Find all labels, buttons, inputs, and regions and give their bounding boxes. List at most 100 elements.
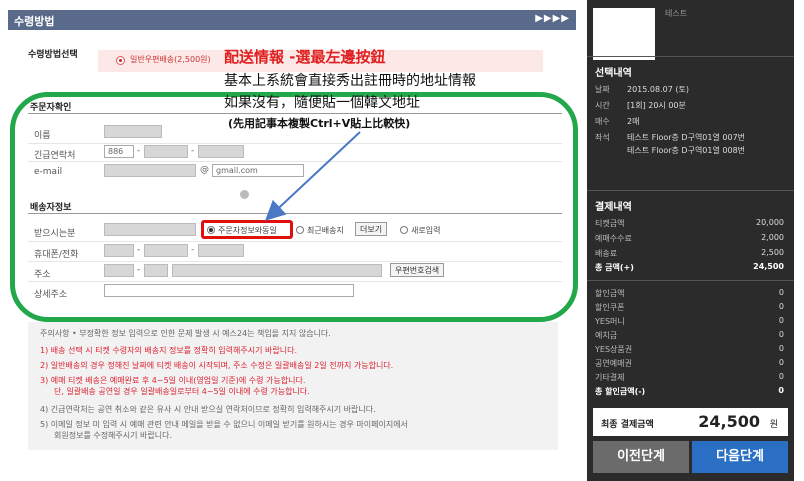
other-payment-key: 기타결제 bbox=[595, 373, 625, 382]
name-field[interactable] bbox=[104, 125, 162, 138]
recent-address-label: 최근배송지 bbox=[307, 226, 344, 235]
divider bbox=[587, 280, 794, 281]
final-amount-unit: 원 bbox=[769, 420, 778, 430]
mobile-prefix-field[interactable] bbox=[104, 244, 134, 257]
delivery-title: 배송자정보 bbox=[30, 203, 72, 213]
notice-heading: 주의사항 • 부정확한 정보 입력으로 인한 문제 발생 시 예스24는 책임을… bbox=[40, 329, 331, 338]
method-label: 수령방법선택 bbox=[28, 50, 78, 60]
gift-card-value: 0 bbox=[778, 344, 784, 353]
deposit-value: 0 bbox=[778, 330, 784, 339]
recipient-field[interactable] bbox=[104, 223, 196, 236]
count-key: 매수 bbox=[595, 117, 610, 126]
time-value: [1회] 20시 00분 bbox=[627, 101, 686, 110]
annotation-heading: 配送情報 -選最左邊按鈕 bbox=[224, 48, 386, 66]
notice-item-5b: 회원정보를 수정해주시기 바랍니다. bbox=[54, 431, 173, 440]
count-value: 2매 bbox=[627, 117, 640, 126]
date-value: 2015.08.07 (토) bbox=[627, 85, 689, 94]
section-title: 수령방법 bbox=[14, 15, 55, 28]
email-id-field[interactable] bbox=[104, 164, 196, 177]
detail-address-label: 상세주소 bbox=[34, 290, 68, 300]
ticket-value: 20,000 bbox=[756, 218, 784, 227]
total-discount-key: 총 할인금액(-) bbox=[595, 387, 646, 396]
date-key: 날짜 bbox=[595, 85, 610, 94]
divider bbox=[28, 213, 562, 214]
at-sign: @ bbox=[200, 165, 209, 175]
yes-money-value: 0 bbox=[778, 316, 784, 325]
annotation-text-2: 如果沒有，隨便貼一個韓文地址 bbox=[224, 95, 420, 111]
event-thumbnail bbox=[593, 8, 655, 60]
order-summary-sidebar: 테스트 선택내역 날짜 2015.08.07 (토) 시간 [1회] 20시 0… bbox=[587, 0, 794, 481]
shipping-value: 2,500 bbox=[761, 248, 784, 257]
address-field[interactable] bbox=[172, 264, 382, 277]
recipient-label: 받으시는분 bbox=[34, 229, 76, 239]
final-amount-box: 최종 결제금액 24,500 원 bbox=[593, 408, 788, 436]
next-step-button[interactable]: 다음단계 bbox=[692, 441, 788, 473]
section-header: 수령방법 ▶▶▶▶ bbox=[8, 10, 576, 30]
new-address-label: 새로입력 bbox=[411, 226, 441, 235]
payment-title: 결제내역 bbox=[595, 202, 632, 213]
divider bbox=[28, 261, 562, 262]
zip-field-2[interactable] bbox=[144, 264, 168, 277]
new-address-radio[interactable] bbox=[400, 226, 408, 234]
other-payment-value: 0 bbox=[778, 372, 784, 381]
recent-address-radio[interactable] bbox=[296, 226, 304, 234]
notice-item-5: 5) 이메일 정보 미 입력 시 예매 관련 안내 메일을 받을 수 없으니 이… bbox=[40, 420, 408, 429]
annotation-text-1: 基本上系統會直接秀出註冊時的地址情報 bbox=[224, 73, 476, 89]
seat-value-1: 테스트 Floor층 D구역01열 007번 bbox=[627, 133, 746, 142]
final-amount-label: 최종 결제금액 bbox=[601, 420, 654, 430]
divider bbox=[28, 241, 562, 242]
divider bbox=[28, 143, 562, 144]
loading-dot-icon bbox=[240, 190, 249, 199]
total-value: 24,500 bbox=[753, 262, 784, 271]
orderer-title: 주문자확인 bbox=[30, 103, 72, 113]
mobile-label: 휴대폰/전화 bbox=[34, 250, 79, 260]
divider bbox=[587, 56, 794, 57]
email-label: e-mail bbox=[34, 167, 63, 177]
yes-money-key: YES머니 bbox=[595, 317, 625, 326]
phone-prefix-field[interactable]: 886 bbox=[104, 145, 134, 158]
fee-key: 예매수수료 bbox=[595, 234, 632, 243]
mobile-mid-field[interactable] bbox=[144, 244, 188, 257]
zip-search-button[interactable]: 우편번호검색 bbox=[390, 263, 445, 277]
mobile-last-field[interactable] bbox=[198, 244, 244, 257]
phone-mid-field[interactable] bbox=[144, 145, 188, 158]
previous-step-button[interactable]: 이전단계 bbox=[593, 441, 689, 473]
total-discount-value: 0 bbox=[778, 386, 784, 395]
divider bbox=[28, 161, 562, 162]
time-key: 시간 bbox=[595, 101, 610, 110]
seat-value-2: 테스트 Floor층 D구역01열 008번 bbox=[627, 146, 746, 155]
notice-item-3b: 단, 일괄배송 공연일 경우 일괄배송일로부터 4~5일 이내에 수령 가능합니… bbox=[54, 387, 310, 396]
notice-item-1: 1) 배송 선택 시 티켓 수령자의 배송지 정보를 정확히 입력해주시기 바랍… bbox=[40, 346, 297, 355]
detail-address-field[interactable] bbox=[104, 284, 354, 297]
gift-card-key: YES상품권 bbox=[595, 345, 633, 354]
ticket-key: 티켓금액 bbox=[595, 219, 625, 228]
divider bbox=[28, 113, 562, 114]
email-domain-field[interactable]: gmail.com bbox=[212, 164, 304, 177]
regular-mail-radio[interactable] bbox=[116, 56, 125, 65]
delivery-form-panel: 수령방법 ▶▶▶▶ 수령방법선택 일반우편배송(2,500원) 配送情報 -選最… bbox=[0, 0, 580, 481]
voucher-key: 공연예매권 bbox=[595, 359, 632, 368]
coupon-key: 할인쿠폰 bbox=[595, 303, 625, 312]
regular-mail-label: 일반우편배송(2,500원) bbox=[130, 55, 211, 64]
divider bbox=[28, 281, 562, 282]
annotation-red-outline bbox=[201, 220, 293, 239]
phone-last-field[interactable] bbox=[198, 145, 244, 158]
final-amount-value: 24,500 bbox=[698, 412, 760, 431]
fee-value: 2,000 bbox=[761, 233, 784, 242]
notice-item-4: 4) 긴급연락처는 공연 취소와 같은 유사 시 안내 받으실 연락처이므로 정… bbox=[40, 405, 376, 414]
discount-key: 할인금액 bbox=[595, 289, 625, 298]
address-label: 주소 bbox=[34, 270, 51, 280]
name-label: 이름 bbox=[34, 131, 51, 141]
notice-item-3: 3) 예매 티켓 배송은 예매완료 후 4~5일 이내(영업일 기준)에 수령 … bbox=[40, 376, 306, 385]
event-name: 테스트 bbox=[665, 9, 688, 18]
phone-label: 긴급연락처 bbox=[34, 151, 76, 161]
booking-title: 선택내역 bbox=[595, 68, 632, 79]
discount-value: 0 bbox=[778, 288, 784, 297]
more-button[interactable]: 더보기 bbox=[355, 222, 388, 236]
zip-field-1[interactable] bbox=[104, 264, 134, 277]
notice-item-2: 2) 일반배송의 경우 정해진 날짜에 티켓 배송이 시작되며, 주소 수정은 … bbox=[40, 361, 394, 370]
voucher-value: 0 bbox=[778, 358, 784, 367]
coupon-value: 0 bbox=[778, 302, 784, 311]
total-key: 총 금액(+) bbox=[595, 263, 634, 272]
divider bbox=[587, 190, 794, 191]
